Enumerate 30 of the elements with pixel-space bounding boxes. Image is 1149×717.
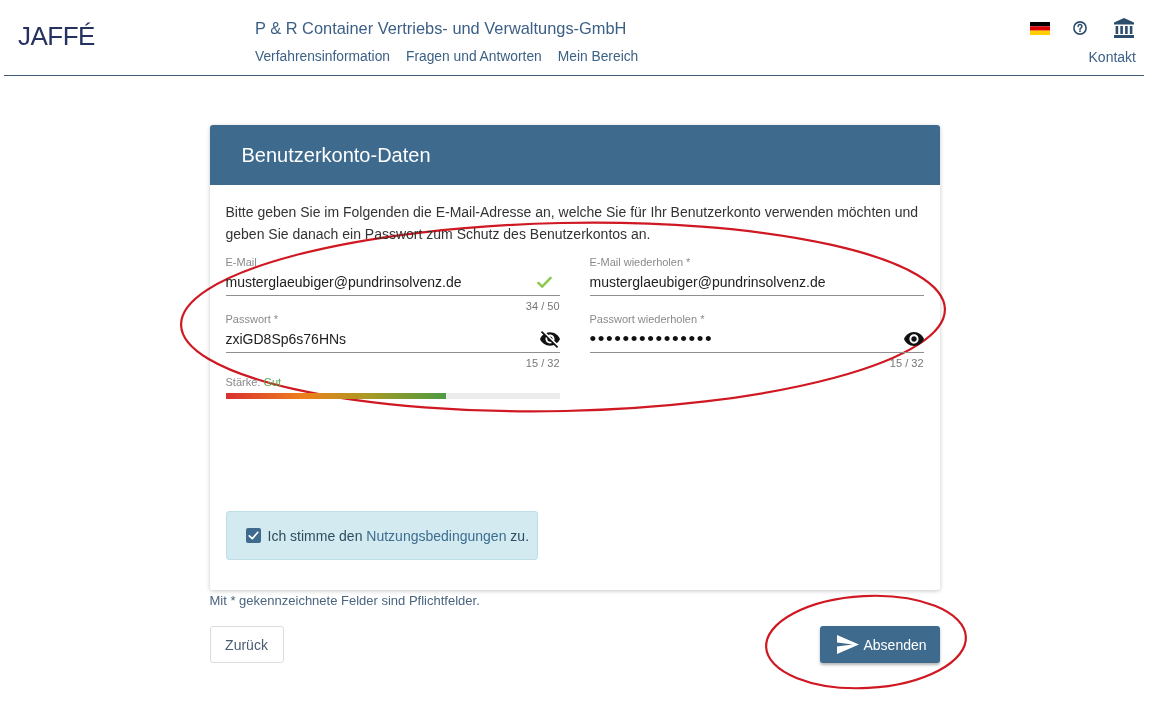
email-field[interactable]: musterglaeubiger@pundrinsolvenz.de: [589, 270, 924, 294]
field-label: E-Mail wiederholen *: [589, 255, 692, 269]
nav-link[interactable]: Verfahrensinformation: [255, 46, 390, 68]
back-button[interactable]: Zurück: [209, 626, 284, 663]
password-field[interactable]: •••••••••••••••: [589, 327, 904, 351]
checkbox[interactable]: [245, 528, 261, 543]
character-counter: 15 / 32: [524, 357, 560, 369]
flag-icon[interactable]: [1030, 21, 1050, 35]
help-icon[interactable]: [1073, 21, 1087, 35]
submit-button[interactable]: Absenden: [819, 626, 940, 663]
card-title: Benutzerkonto-Daten: [241, 143, 431, 168]
password-field[interactable]: zxiGD8Sp6s76HNs: [225, 327, 540, 351]
eye-off-icon[interactable]: [539, 330, 560, 348]
field-label: E-Mail: [225, 255, 258, 269]
field-label: Passwort wiederholen *: [589, 312, 706, 326]
terms-link[interactable]: Nutzungsbedingungen: [366, 527, 507, 544]
site-title: P & R Container Vertriebs- und Verwaltungs-GmbH: [255, 18, 628, 39]
logo-wordmark[interactable]: JAFFÉ: [18, 20, 95, 52]
eye-icon[interactable]: [903, 332, 924, 346]
building-icon[interactable]: [1114, 18, 1134, 38]
nav-link[interactable]: Mein Bereich: [557, 46, 639, 68]
email-field[interactable]: musterglaeubiger@pundrinsolvenz.de: [225, 270, 537, 294]
contact-link[interactable]: Kontakt: [1088, 49, 1136, 65]
consent-text: Ich stimme den Nutzungsbedingungen zu.: [267, 526, 530, 545]
nav-link[interactable]: Fragen und Antworten: [406, 46, 542, 68]
field-label: Passwort *: [225, 312, 280, 326]
character-counter: 34 / 50: [524, 300, 560, 312]
send-icon: [836, 635, 859, 654]
character-counter: 15 / 32: [888, 357, 924, 369]
required-fields-note: Mit * gekennzeichnete Felder sind Pflichtfelder.: [209, 593, 481, 609]
